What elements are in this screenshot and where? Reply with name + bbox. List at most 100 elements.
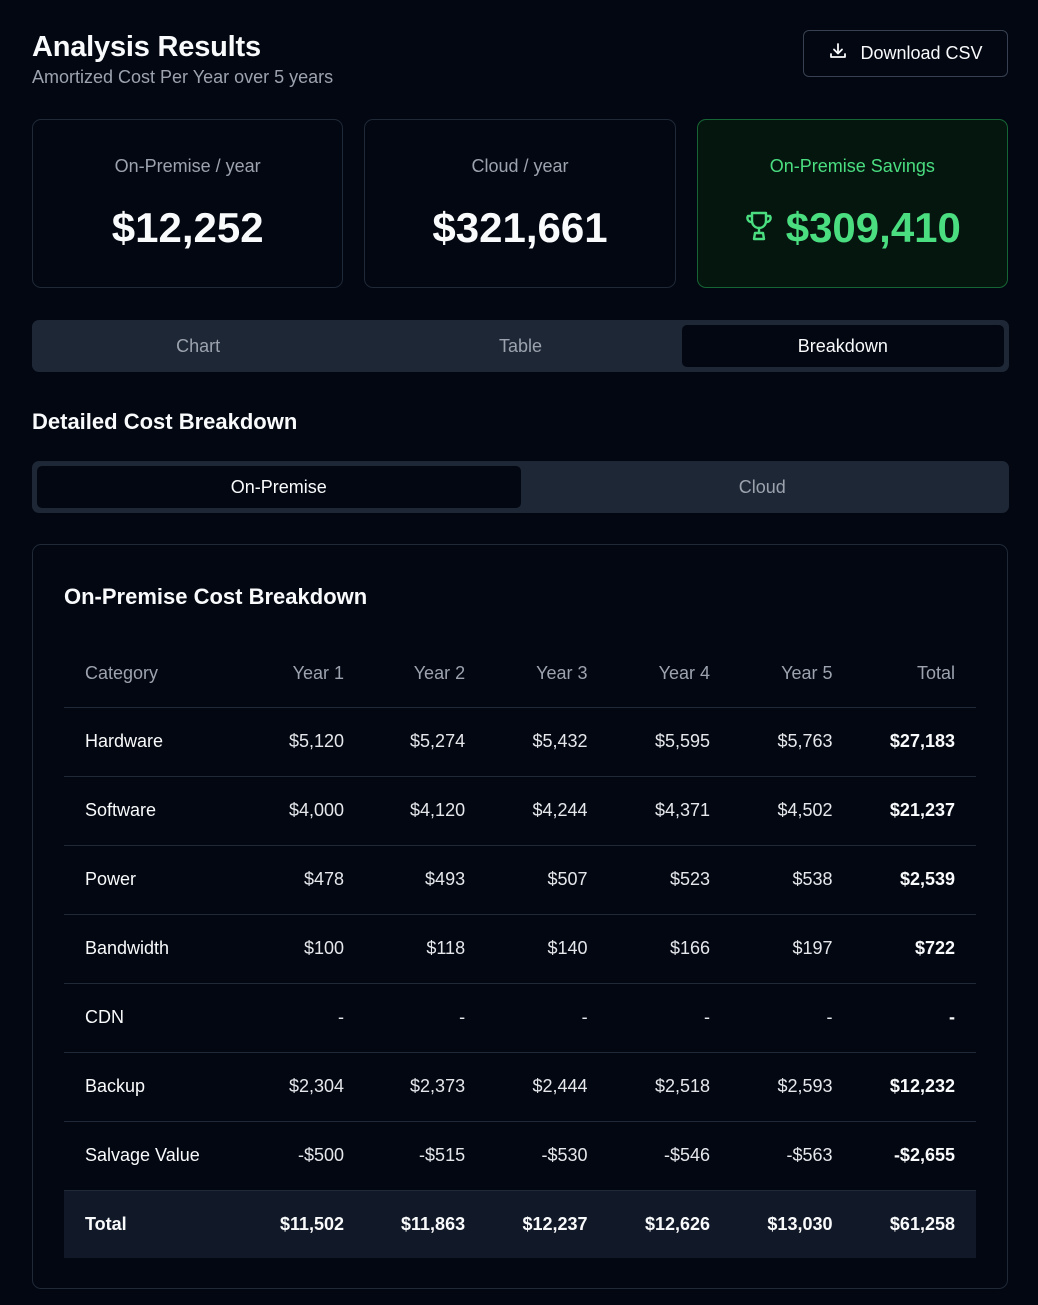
- table-row: Backup $2,304 $2,373 $2,444 $2,518 $2,593 $12,…: [64, 1051, 976, 1121]
- row-category-cell: Total: [64, 1189, 244, 1258]
- tab-table[interactable]: Table: [359, 325, 681, 367]
- table-cell: $4,502: [731, 775, 854, 845]
- subtab-cloud[interactable]: Cloud: [521, 466, 1005, 508]
- table-cell: $5,763: [731, 706, 854, 776]
- trophy-icon: [744, 204, 774, 252]
- download-csv-button[interactable]: Download CSV: [803, 30, 1008, 77]
- table-cell: $5,595: [608, 706, 732, 776]
- table-cell: $5,274: [365, 706, 487, 776]
- table-cell: -$530: [486, 1120, 609, 1190]
- table-cell: $507: [486, 844, 609, 914]
- onprem-card-value: $12,252: [111, 204, 264, 251]
- breakdown-subtabs: On-Premise Cloud: [32, 461, 1009, 513]
- subtab-on-premise[interactable]: On-Premise: [37, 466, 521, 508]
- table-cell: $4,120: [365, 775, 487, 845]
- table-cell: $2,518: [608, 1051, 732, 1121]
- row-total-cell: $21,237: [853, 775, 976, 845]
- table-cell: $12,626: [608, 1189, 732, 1258]
- cloud-card: Cloud / year $321,661: [364, 119, 676, 288]
- table-cell: $100: [244, 913, 366, 983]
- table-cell: -$563: [731, 1120, 854, 1190]
- table-cell: -: [486, 982, 609, 1052]
- tab-chart[interactable]: Chart: [37, 325, 359, 367]
- summary-cards: On-Premise / year $12,252 Cloud / year $…: [32, 119, 1008, 288]
- onprem-card-label: On-Premise / year: [114, 156, 261, 176]
- table-cell: $140: [486, 913, 609, 983]
- table-row: Power $478 $493 $507 $523 $538 $2,539: [64, 844, 976, 914]
- table-cell: $4,000: [244, 775, 366, 845]
- savings-card-value: $309,410: [785, 204, 961, 251]
- breakdown-title: On-Premise Cost Breakdown: [64, 584, 368, 609]
- download-csv-label: Download CSV: [860, 43, 983, 63]
- savings-card-label: On-Premise Savings: [769, 156, 935, 176]
- tab-breakdown[interactable]: Breakdown: [681, 325, 1004, 367]
- download-icon: [828, 41, 848, 66]
- table-cell: $5,120: [244, 706, 366, 776]
- table-row: Salvage Value -$500 -$515 -$530 -$546 -$563 -$…: [64, 1120, 976, 1190]
- table-cell: $2,593: [731, 1051, 854, 1121]
- cloud-card-value: $321,661: [432, 204, 608, 251]
- view-tabs: Chart Table Breakdown: [32, 320, 1009, 372]
- table-cell: $12,237: [486, 1189, 609, 1258]
- row-total-cell: -: [853, 982, 976, 1052]
- row-category-cell: Hardware: [64, 706, 244, 776]
- section-title: Detailed Cost Breakdown: [32, 409, 298, 434]
- table-row: Software $4,000 $4,120 $4,244 $4,371 $4,502 $2…: [64, 775, 976, 845]
- table-cell: $538: [731, 844, 854, 914]
- table-cell: $11,863: [365, 1189, 487, 1258]
- row-category-cell: CDN: [64, 982, 244, 1052]
- table-cell: $4,244: [486, 775, 609, 845]
- table-cell: $2,304: [244, 1051, 366, 1121]
- table-cell: $4,371: [608, 775, 732, 845]
- row-category-cell: Salvage Value: [64, 1120, 244, 1190]
- table-cell: $118: [365, 913, 487, 983]
- table-cell: $5,432: [486, 706, 609, 776]
- table-cell: $493: [365, 844, 487, 914]
- table-cell: $166: [608, 913, 732, 983]
- row-category-cell: Power: [64, 844, 244, 914]
- table-cell: $197: [731, 913, 854, 983]
- column-header: Year 3: [536, 663, 588, 684]
- savings-card: On-Premise Savings $309,410: [696, 119, 1008, 288]
- row-total-cell: $12,232: [853, 1051, 976, 1121]
- table-cell: -: [731, 982, 854, 1052]
- column-header: Year 2: [413, 663, 466, 684]
- table-cell: -$500: [244, 1120, 366, 1190]
- table-row: Hardware $5,120 $5,274 $5,432 $5,595 $5,763 $2…: [64, 706, 976, 776]
- table-cell: $2,444: [486, 1051, 609, 1121]
- row-total-cell: $61,258: [853, 1189, 976, 1258]
- table-row: Bandwidth $100 $118 $140 $166 $197 $722: [64, 913, 976, 983]
- column-header: Year 5: [781, 663, 833, 684]
- breakdown-card: On-Premise Cost Breakdown Category Year …: [32, 544, 1008, 1289]
- column-header: Year 1: [292, 663, 345, 684]
- table-total-row: Total $11,502 $11,863 $12,237 $12,626 $13,030…: [64, 1189, 976, 1258]
- row-category-cell: Backup: [64, 1051, 244, 1121]
- analysis-page: Analysis Results Amortized Cost Per Year…: [0, 0, 1038, 1305]
- table-cell: $11,502: [244, 1189, 366, 1258]
- table-cell: -$515: [365, 1120, 487, 1190]
- table-cell: -: [365, 982, 487, 1052]
- table-cell: -: [608, 982, 732, 1052]
- row-total-cell: $2,539: [853, 844, 976, 914]
- table-header-row: Category Year 1 Year 2 Year 3 Year 4 Yea…: [64, 641, 976, 707]
- column-header: Year 4: [658, 663, 711, 684]
- row-category-cell: Software: [64, 775, 244, 845]
- row-total-cell: $27,183: [853, 706, 976, 776]
- row-category-cell: Bandwidth: [64, 913, 244, 983]
- table-cell: $523: [608, 844, 732, 914]
- savings-card-value-row: $309,410: [744, 204, 961, 252]
- row-total-cell: $722: [853, 913, 976, 983]
- table-cell: $2,373: [365, 1051, 487, 1121]
- row-total-cell: -$2,655: [853, 1120, 976, 1190]
- header: Analysis Results Amortized Cost Per Year…: [32, 30, 1008, 90]
- breakdown-table: Category Year 1 Year 2 Year 3 Year 4 Yea…: [64, 641, 976, 1258]
- table-cell: -$546: [608, 1120, 732, 1190]
- table-row: CDN - - - - - -: [64, 982, 976, 1052]
- table-cell: $13,030: [731, 1189, 854, 1258]
- table-cell: $478: [244, 844, 366, 914]
- cloud-card-label: Cloud / year: [471, 156, 569, 176]
- column-header: Total: [916, 663, 955, 684]
- onprem-card: On-Premise / year $12,252: [32, 119, 344, 288]
- table-cell: -: [244, 982, 366, 1052]
- column-header: Category: [85, 663, 159, 684]
